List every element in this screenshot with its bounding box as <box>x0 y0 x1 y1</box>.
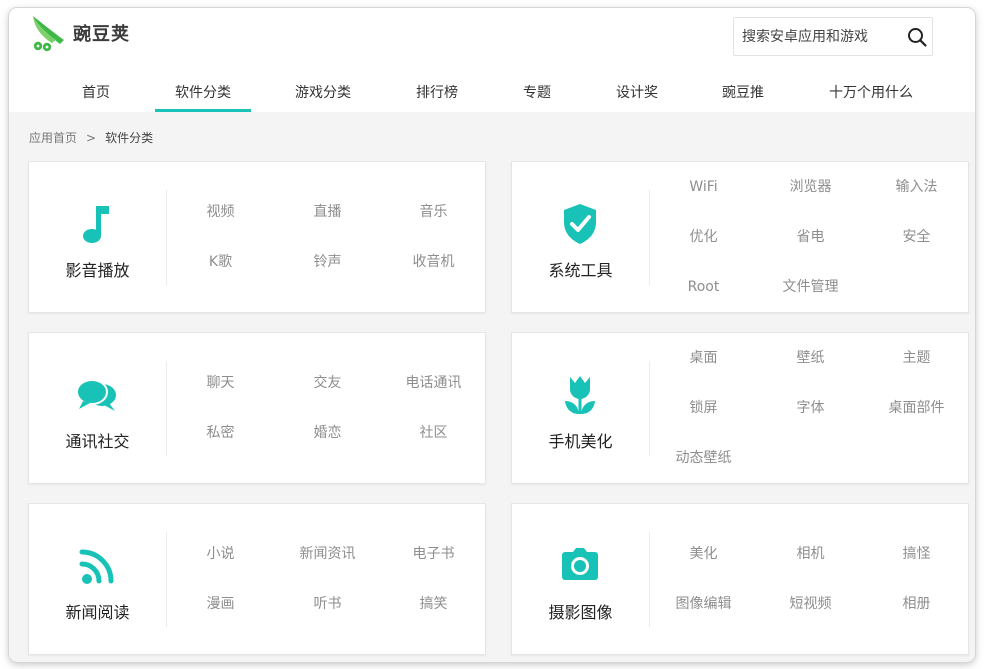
brand-name: 豌豆荚 <box>73 24 130 45</box>
category-link[interactable]: 小说 <box>167 544 274 564</box>
category-title: 摄影图像 <box>548 603 613 622</box>
category-card-news-reading: 新闻阅读 小说 新闻资讯 电子书 漫画 听书 搞笑 <box>28 503 486 655</box>
category-link[interactable]: 听书 <box>274 594 381 614</box>
category-link[interactable]: 婚恋 <box>274 423 381 443</box>
breadcrumb: 应用首页 > 软件分类 <box>29 129 153 146</box>
search-input[interactable] <box>742 18 902 55</box>
category-link[interactable]: 桌面 <box>650 348 757 368</box>
category-link[interactable]: 直播 <box>274 202 381 222</box>
category-link[interactable]: 锁屏 <box>650 398 757 418</box>
nav-item-home[interactable]: 首页 <box>71 83 121 112</box>
category-link[interactable]: 图像编辑 <box>650 594 757 614</box>
category-link[interactable]: 主题 <box>863 348 970 368</box>
category-title: 新闻阅读 <box>65 603 130 622</box>
nav-item-what-to-use[interactable]: 十万个用什么 <box>815 83 927 112</box>
category-card-system-tools: 系统工具 WiFi 浏览器 输入法 优化 省电 安全 Root 文件管理 <box>511 161 969 313</box>
category-header[interactable]: 系统工具 <box>512 162 649 312</box>
category-header[interactable]: 手机美化 <box>512 333 649 483</box>
category-link[interactable]: 社区 <box>380 423 487 443</box>
category-links: 聊天 交友 电话通讯 私密 婚恋 社区 <box>167 333 487 483</box>
category-links: 视频 直播 音乐 K歌 铃声 收音机 <box>167 162 487 312</box>
category-card-phone-beautify: 手机美化 桌面 壁纸 主题 锁屏 字体 桌面部件 动态壁纸 <box>511 332 969 484</box>
category-link[interactable]: 新闻资讯 <box>274 544 381 564</box>
category-link[interactable]: 交友 <box>274 373 381 393</box>
category-link[interactable]: 搞笑 <box>380 594 487 614</box>
category-link[interactable]: 浏览器 <box>757 177 864 197</box>
category-links: WiFi 浏览器 输入法 优化 省电 安全 Root 文件管理 <box>650 162 970 312</box>
breadcrumb-home-link[interactable]: 应用首页 <box>29 129 77 146</box>
music-note-icon <box>79 202 115 246</box>
category-link[interactable]: 省电 <box>757 227 864 247</box>
camera-icon <box>560 544 600 588</box>
category-link[interactable]: 美化 <box>650 544 757 564</box>
category-link[interactable]: 安全 <box>863 227 970 247</box>
category-link[interactable]: 相册 <box>863 594 970 614</box>
category-link[interactable]: WiFi <box>650 177 757 197</box>
category-link[interactable]: 电子书 <box>380 544 487 564</box>
category-card-photography: 摄影图像 美化 相机 搞怪 图像编辑 短视频 相册 <box>511 503 969 655</box>
category-card-social: 通讯社交 聊天 交友 电话通讯 私密 婚恋 社区 <box>28 332 486 484</box>
category-header[interactable]: 新闻阅读 <box>29 504 166 654</box>
category-link[interactable]: 动态壁纸 <box>650 448 757 468</box>
category-link[interactable]: K歌 <box>167 252 274 272</box>
rss-feed-icon <box>79 544 115 588</box>
category-link[interactable]: Root <box>650 277 757 297</box>
category-link[interactable]: 搞怪 <box>863 544 970 564</box>
category-links: 美化 相机 搞怪 图像编辑 短视频 相册 <box>650 504 970 654</box>
category-link[interactable]: 私密 <box>167 423 274 443</box>
category-link[interactable]: 文件管理 <box>757 277 864 297</box>
category-title: 手机美化 <box>548 432 613 451</box>
category-link[interactable]: 输入法 <box>863 177 970 197</box>
main-nav: 首页 软件分类 游戏分类 排行榜 专题 设计奖 豌豆推 十万个用什么 <box>9 83 975 112</box>
category-header[interactable]: 通讯社交 <box>29 333 166 483</box>
nav-item-game-categories[interactable]: 游戏分类 <box>285 83 361 112</box>
breadcrumb-separator: > <box>86 131 97 145</box>
category-link[interactable]: 字体 <box>757 398 864 418</box>
pea-pod-logo-icon <box>33 16 64 52</box>
category-link[interactable]: 优化 <box>650 227 757 247</box>
category-title: 系统工具 <box>548 261 613 280</box>
browser-window: 豌豆荚 首页 软件分类 游戏分类 排行榜 专题 设计奖 豌豆推 十万个用什么 应… <box>9 8 975 662</box>
category-title: 通讯社交 <box>65 432 130 451</box>
breadcrumb-current: 软件分类 <box>105 131 154 145</box>
chat-bubbles-icon <box>75 373 119 417</box>
tulip-icon <box>562 373 598 417</box>
category-link[interactable]: 壁纸 <box>757 348 864 368</box>
category-link[interactable]: 漫画 <box>167 594 274 614</box>
category-link[interactable]: 聊天 <box>167 373 274 393</box>
category-link[interactable]: 铃声 <box>274 252 381 272</box>
category-link[interactable]: 短视频 <box>757 594 864 614</box>
nav-item-topics[interactable]: 专题 <box>515 83 559 112</box>
category-title: 影音播放 <box>65 261 130 280</box>
category-link[interactable]: 电话通讯 <box>380 373 487 393</box>
category-link[interactable]: 视频 <box>167 202 274 222</box>
nav-item-rankings[interactable]: 排行榜 <box>409 83 465 112</box>
nav-item-software-categories[interactable]: 软件分类 <box>155 83 251 112</box>
search-icon[interactable] <box>906 26 928 48</box>
category-link[interactable]: 音乐 <box>380 202 487 222</box>
category-card-media: 影音播放 视频 直播 音乐 K歌 铃声 收音机 <box>28 161 486 313</box>
nav-item-wandou-recommend[interactable]: 豌豆推 <box>713 83 773 112</box>
category-header[interactable]: 摄影图像 <box>512 504 649 654</box>
nav-item-design-award[interactable]: 设计奖 <box>607 83 667 112</box>
shield-check-icon <box>562 202 598 246</box>
category-link[interactable]: 收音机 <box>380 252 487 272</box>
top-bar: 豌豆荚 首页 软件分类 游戏分类 排行榜 专题 设计奖 豌豆推 十万个用什么 <box>9 8 975 112</box>
search-box <box>733 17 933 56</box>
logo[interactable]: 豌豆荚 <box>30 13 130 53</box>
category-link[interactable]: 相机 <box>757 544 864 564</box>
category-header[interactable]: 影音播放 <box>29 162 166 312</box>
category-link[interactable]: 桌面部件 <box>863 398 970 418</box>
category-links: 小说 新闻资讯 电子书 漫画 听书 搞笑 <box>167 504 487 654</box>
category-links: 桌面 壁纸 主题 锁屏 字体 桌面部件 动态壁纸 <box>650 333 970 483</box>
